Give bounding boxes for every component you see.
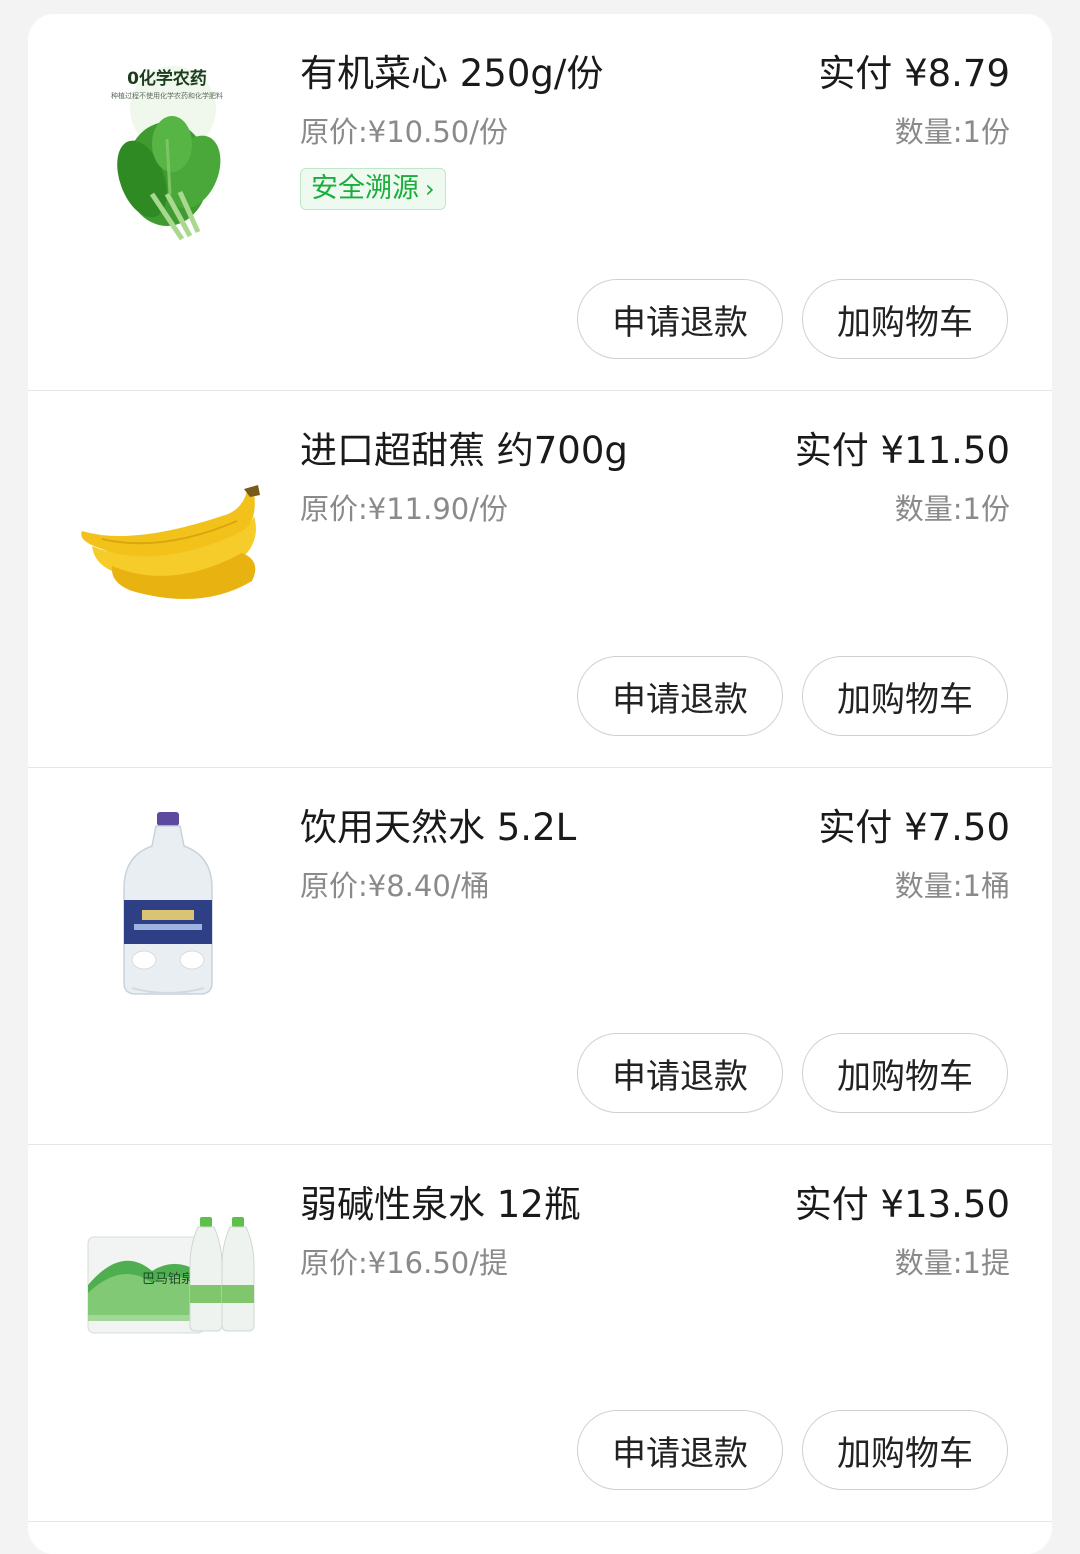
add-to-cart-button[interactable]: 加购物车 (802, 1410, 1008, 1490)
original-price: 原价:¥16.50/提 (300, 1246, 509, 1280)
refund-button[interactable]: 申请退款 (577, 656, 783, 736)
safety-trace-tag[interactable]: 安全溯源 › (300, 168, 446, 210)
order-item: 饮用天然水 5.2L 原价:¥8.40/桶 实付 ¥7.50 数量:1桶 申请退… (28, 768, 1052, 1145)
order-item: 0化学农药 种植过程不使用化学农药和化学肥料 有机菜心 250g/份 原价:¥1… (28, 14, 1052, 391)
product-name[interactable]: 饮用天然水 5.2L (300, 806, 576, 850)
order-items-card: 0化学农药 种植过程不使用化学农药和化学肥料 有机菜心 250g/份 原价:¥1… (28, 14, 1052, 1554)
refund-button[interactable]: 申请退款 (577, 1033, 783, 1113)
product-image-greens[interactable]: 0化学农药 种植过程不使用化学农药和化学肥料 (72, 44, 262, 244)
add-to-cart-button[interactable]: 加购物车 (802, 279, 1008, 359)
trace-label: 安全溯源 (311, 173, 419, 204)
svg-text:巴马铂泉: 巴马铂泉 (142, 1271, 194, 1287)
original-price: 原价:¥11.90/份 (300, 492, 509, 526)
add-to-cart-button[interactable]: 加购物车 (802, 656, 1008, 736)
paid-amount: 实付 ¥13.50 (794, 1183, 1010, 1226)
refund-button[interactable]: 申请退款 (577, 1410, 783, 1490)
svg-text:种植过程不使用化学农药和化学肥料: 种植过程不使用化学农药和化学肥料 (111, 91, 223, 100)
paid-amount: 实付 ¥7.50 (818, 806, 1010, 849)
quantity: 数量:1份 (894, 115, 1010, 149)
order-item: 进口超甜蕉 约700g 原价:¥11.90/份 实付 ¥11.50 数量:1份 … (28, 391, 1052, 768)
paid-amount: 实付 ¥11.50 (794, 429, 1010, 472)
quantity: 数量:1提 (894, 1246, 1010, 1280)
product-name[interactable]: 弱碱性泉水 12瓶 (300, 1183, 581, 1227)
product-image-banana[interactable] (72, 421, 262, 621)
original-price: 原价:¥8.40/桶 (300, 869, 490, 903)
chevron-right-icon: › (425, 175, 435, 203)
product-image-water-jug[interactable] (72, 798, 262, 998)
svg-text:0化学农药: 0化学农药 (127, 68, 207, 89)
paid-amount: 实付 ¥8.79 (818, 52, 1010, 95)
original-price: 原价:¥10.50/份 (300, 115, 509, 149)
product-name[interactable]: 进口超甜蕉 约700g (300, 429, 628, 473)
product-name[interactable]: 有机菜心 250g/份 (300, 52, 603, 96)
add-to-cart-button[interactable]: 加购物车 (802, 1033, 1008, 1113)
quantity: 数量:1桶 (894, 869, 1010, 903)
quantity: 数量:1份 (894, 492, 1010, 526)
refund-button[interactable]: 申请退款 (577, 279, 783, 359)
order-item: 巴马铂泉 弱碱性泉水 12瓶 原价:¥16.50/提 实付 ¥13.50 数量:… (28, 1145, 1052, 1522)
product-image-water-pack[interactable]: 巴马铂泉 (72, 1175, 262, 1375)
